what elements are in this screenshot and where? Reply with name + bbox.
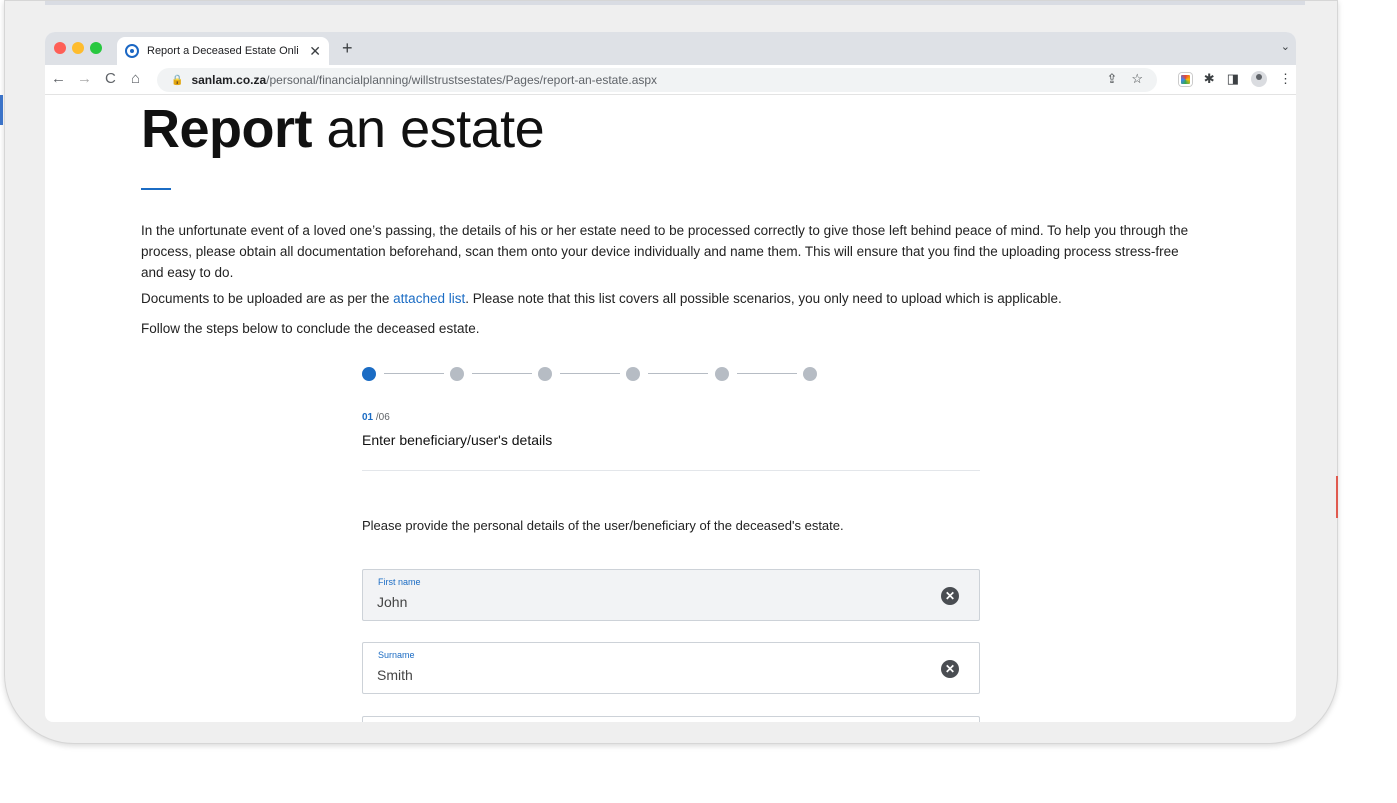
tab-title: Report a Deceased Estate Onli xyxy=(147,45,299,57)
new-tab-button[interactable]: + xyxy=(342,38,353,59)
surname-label: Surname xyxy=(378,650,415,660)
reload-button[interactable]: C xyxy=(105,70,116,87)
step-connector xyxy=(560,373,620,374)
page-title: Report an estate xyxy=(141,98,545,160)
step-total: /06 xyxy=(373,412,390,423)
profile-avatar-icon[interactable] xyxy=(1251,71,1267,87)
url-host: sanlam.co.za xyxy=(191,73,267,87)
step-dot-3[interactable] xyxy=(538,367,552,381)
step-dot-2[interactable] xyxy=(450,367,464,381)
browser-menu-icon[interactable]: ⋮ xyxy=(1279,71,1292,87)
first-name-label: First name xyxy=(378,577,421,587)
page-content: Report an estate In the unfortunate even… xyxy=(45,96,1296,722)
step-dot-4[interactable] xyxy=(626,367,640,381)
forward-button[interactable]: → xyxy=(77,70,92,87)
documents-prefix: Documents to be uploaded are as per the xyxy=(141,291,394,306)
step-connector xyxy=(384,373,444,374)
attached-list-link[interactable]: attached list xyxy=(393,291,465,306)
documents-paragraph: Documents to be uploaded are as per the … xyxy=(141,291,1062,306)
bookmark-star-icon[interactable]: ☆ xyxy=(1131,71,1143,87)
clear-surname-icon[interactable]: ✕ xyxy=(941,660,959,678)
title-accent-line xyxy=(141,188,171,190)
browser-tab[interactable]: Report a Deceased Estate Onli ✕ xyxy=(117,37,329,65)
instruction-text: Please provide the personal details of t… xyxy=(362,518,844,533)
surname-input[interactable] xyxy=(377,667,917,683)
tab-bar: Report a Deceased Estate Onli ✕ + ⌄ xyxy=(45,32,1296,65)
tab-search-chevron-icon[interactable]: ⌄ xyxy=(1281,40,1290,53)
step-connector xyxy=(648,373,708,374)
side-marker xyxy=(0,95,3,125)
extensions-puzzle-icon[interactable]: ✱ xyxy=(1204,71,1215,87)
close-tab-icon[interactable]: ✕ xyxy=(309,43,321,60)
step-current: 01 xyxy=(362,412,374,423)
step-counter: 01 /06 xyxy=(362,412,390,423)
device-top-strip xyxy=(45,1,1305,5)
share-icon[interactable]: ⇪ xyxy=(1106,71,1117,87)
home-button[interactable]: ⌂ xyxy=(131,70,140,87)
step-dot-1[interactable] xyxy=(362,367,376,381)
minimize-window-button[interactable] xyxy=(72,42,84,54)
first-name-input[interactable] xyxy=(377,594,917,610)
side-panel-icon[interactable]: ◨ xyxy=(1227,71,1239,87)
step-connector xyxy=(472,373,532,374)
clear-first-name-icon[interactable]: ✕ xyxy=(941,587,959,605)
color-extension-icon[interactable] xyxy=(1178,72,1192,86)
side-marker-red xyxy=(1336,476,1338,518)
lock-icon[interactable]: 🔒 xyxy=(171,75,183,86)
page-title-light: an estate xyxy=(312,99,545,159)
surname-field[interactable]: Surname ✕ xyxy=(362,642,980,694)
sanlam-favicon-icon xyxy=(125,44,139,58)
close-window-button[interactable] xyxy=(54,42,66,54)
step-title: Enter beneficiary/user's details xyxy=(362,432,553,448)
page-title-bold: Report xyxy=(141,99,313,159)
next-field-partial[interactable] xyxy=(362,716,980,722)
url-path: /personal/financialplanning/willstrustse… xyxy=(266,73,658,87)
browser-toolbar: ← → C ⌂ 🔒 sanlam.co.za /personal/financi… xyxy=(45,65,1296,95)
documents-suffix: . Please note that this list covers all … xyxy=(465,291,1062,306)
maximize-window-button[interactable] xyxy=(90,42,102,54)
step-connector xyxy=(737,373,797,374)
section-divider xyxy=(362,470,980,471)
browser-window: Report a Deceased Estate Onli ✕ + ⌄ ← → … xyxy=(45,32,1296,722)
first-name-field[interactable]: First name ✕ xyxy=(362,569,980,621)
back-button[interactable]: ← xyxy=(51,70,66,87)
step-dot-6[interactable] xyxy=(803,367,817,381)
intro-paragraph: In the unfortunate event of a loved one’… xyxy=(141,223,1189,280)
follow-steps-text: Follow the steps below to conclude the d… xyxy=(141,321,480,336)
step-dot-5[interactable] xyxy=(715,367,729,381)
address-bar[interactable]: 🔒 sanlam.co.za /personal/financialplanni… xyxy=(157,68,1157,92)
progress-stepper xyxy=(362,366,822,382)
